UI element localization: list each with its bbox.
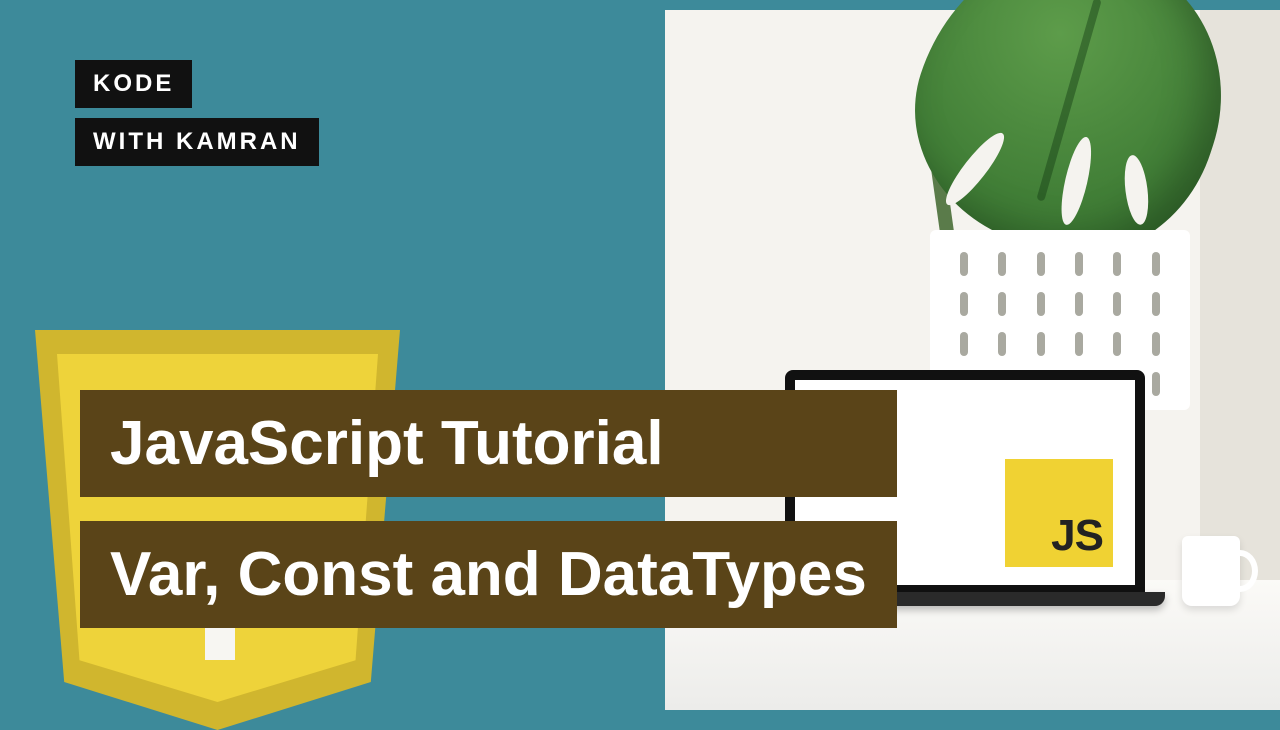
brand-line-2: WITH KAMRAN [75, 118, 319, 166]
coffee-mug [1182, 536, 1240, 606]
brand-block: KODE WITH KAMRAN [75, 60, 319, 166]
js-logo-badge: JS [1005, 459, 1113, 567]
brand-line-1: KODE [75, 60, 192, 108]
headline-subtitle: Var, Const and DataTypes [80, 521, 897, 628]
headline-title: JavaScript Tutorial [80, 390, 897, 497]
headline-block: JavaScript Tutorial Var, Const and DataT… [80, 390, 897, 628]
js-logo-label: JS [1051, 511, 1103, 561]
